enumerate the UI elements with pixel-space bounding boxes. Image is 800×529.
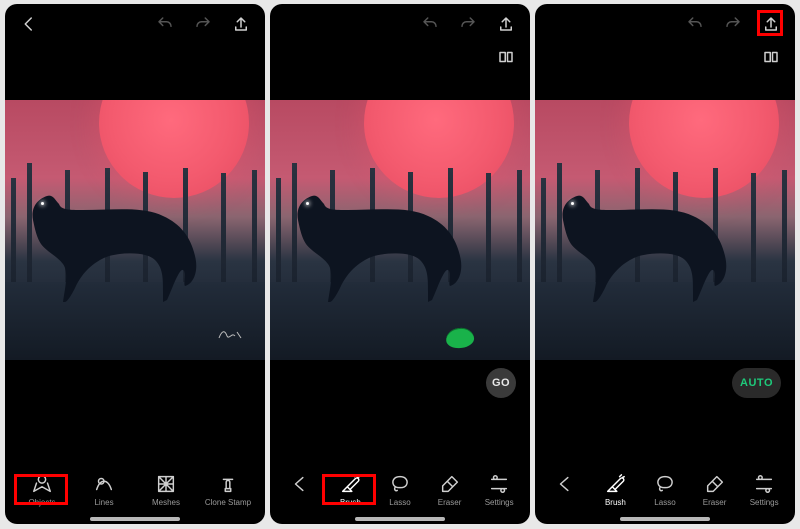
- blank-label: [300, 498, 302, 507]
- tree-shape: [252, 170, 257, 288]
- top-bar: [5, 4, 265, 44]
- tool-label: Eraser: [438, 498, 462, 507]
- export-button[interactable]: [231, 14, 251, 34]
- undo-button[interactable]: [685, 14, 705, 34]
- back-button[interactable]: [19, 14, 39, 34]
- dog-silhouette: [13, 160, 223, 310]
- redo-button[interactable]: [723, 14, 743, 34]
- compare-icon[interactable]: [496, 47, 516, 67]
- tool-label: Settings: [485, 498, 514, 507]
- tool-lasso[interactable]: Lasso: [641, 473, 689, 507]
- tree-shape: [782, 170, 787, 288]
- toolbar-back-button[interactable]: [542, 473, 590, 507]
- signature-mark: [217, 326, 243, 342]
- top-bar: [535, 4, 795, 44]
- tool-label: Objects: [28, 498, 55, 507]
- mid-zone: GO: [270, 360, 530, 464]
- bottom-toolbar: Objects Lines Meshes Clone Stamp: [5, 464, 265, 524]
- tool-lasso[interactable]: Lasso: [376, 473, 424, 507]
- tool-eraser[interactable]: Eraser: [426, 473, 474, 507]
- secondary-bar: [270, 44, 530, 70]
- tool-label: Eraser: [703, 498, 727, 507]
- bottom-toolbar: Brush Lasso Eraser Settings: [270, 464, 530, 524]
- dog-silhouette: [543, 160, 753, 310]
- phone-screen: Objects Lines Meshes Clone Stamp: [5, 4, 265, 524]
- export-button[interactable]: [761, 14, 781, 34]
- home-indicator: [90, 517, 180, 521]
- phone-screen: GO Brush Lasso Eraser Settings: [270, 4, 530, 524]
- tool-label: Lasso: [654, 498, 675, 507]
- image-canvas[interactable]: [535, 100, 795, 360]
- pill-label: AUTO: [740, 377, 773, 389]
- go-button[interactable]: GO: [486, 368, 516, 398]
- dog-eye: [306, 202, 309, 205]
- toolbar-back-button[interactable]: [277, 473, 325, 507]
- redo-button[interactable]: [193, 14, 213, 34]
- tool-label: Settings: [750, 498, 779, 507]
- tool-lines[interactable]: Lines: [80, 473, 128, 507]
- tool-eraser[interactable]: Eraser: [691, 473, 739, 507]
- undo-button[interactable]: [420, 14, 440, 34]
- redo-button[interactable]: [458, 14, 478, 34]
- mid-zone: AUTO: [535, 360, 795, 464]
- tool-label: Lasso: [389, 498, 410, 507]
- image-canvas[interactable]: [270, 100, 530, 360]
- tool-label: Brush: [605, 498, 626, 507]
- dog-eye: [571, 202, 574, 205]
- tool-objects[interactable]: Objects: [18, 473, 66, 507]
- home-indicator: [620, 517, 710, 521]
- tool-brush[interactable]: Brush: [591, 473, 639, 507]
- secondary-bar: [5, 44, 265, 70]
- export-button[interactable]: [496, 14, 516, 34]
- secondary-bar: [535, 44, 795, 70]
- image-canvas[interactable]: [5, 100, 265, 360]
- tool-meshes[interactable]: Meshes: [142, 473, 190, 507]
- tool-label: Brush: [340, 498, 361, 507]
- tool-settings[interactable]: Settings: [740, 473, 788, 507]
- phone-screen: AUTO Brush Lasso Eraser Settings: [535, 4, 795, 524]
- top-bar: [270, 4, 530, 44]
- home-indicator: [355, 517, 445, 521]
- tool-clone[interactable]: Clone Stamp: [204, 473, 252, 507]
- dog-silhouette: [278, 160, 488, 310]
- tool-label: Meshes: [152, 498, 180, 507]
- tree-shape: [517, 170, 522, 288]
- auto-button[interactable]: AUTO: [732, 368, 781, 398]
- tool-settings[interactable]: Settings: [475, 473, 523, 507]
- tool-brush[interactable]: Brush: [326, 473, 374, 507]
- undo-button[interactable]: [155, 14, 175, 34]
- tool-label: Lines: [94, 498, 113, 507]
- tool-label: Clone Stamp: [205, 498, 251, 507]
- mid-zone: [5, 360, 265, 464]
- blank-label: [565, 498, 567, 507]
- dog-eye: [41, 202, 44, 205]
- compare-icon[interactable]: [761, 47, 781, 67]
- pill-label: GO: [492, 377, 510, 389]
- bottom-toolbar: Brush Lasso Eraser Settings: [535, 464, 795, 524]
